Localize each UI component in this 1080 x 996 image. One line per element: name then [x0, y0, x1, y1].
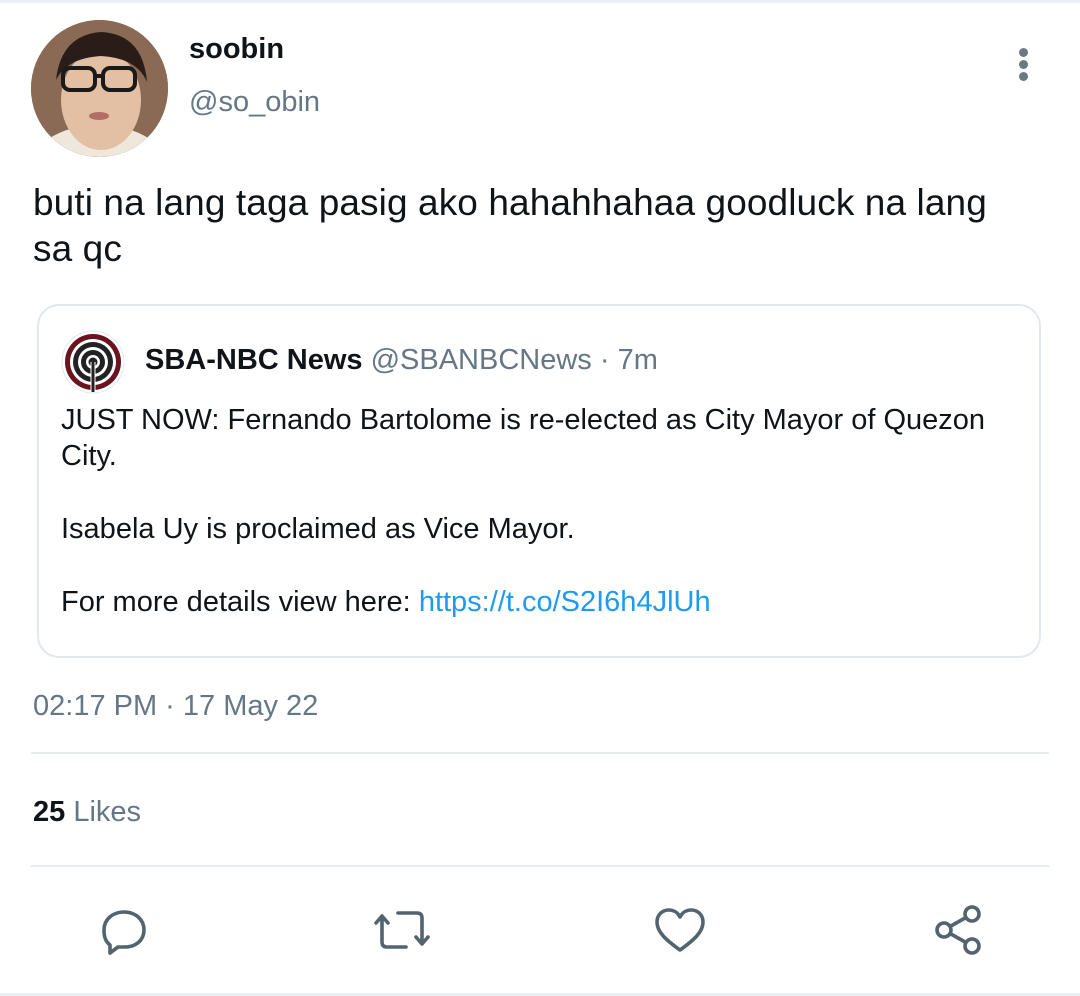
quoted-tweet-card[interactable]: SBA-NBC News @SBANBCNews · 7m JUST NOW: … [37, 304, 1041, 658]
display-name[interactable]: soobin [189, 31, 284, 67]
quote-link[interactable]: https://t.co/S2I6h4JlUh [419, 586, 711, 618]
avatar[interactable] [31, 20, 168, 157]
divider [31, 865, 1049, 867]
share-icon [935, 905, 981, 955]
share-button[interactable] [930, 902, 986, 958]
tweet-text: buti na lang taga pasig ako hahahhahaa g… [33, 182, 987, 269]
like-button[interactable] [652, 902, 708, 958]
quote-link-prefix: For more details view here: [61, 586, 419, 618]
more-vertical-icon [1019, 48, 1028, 57]
tweet-timestamp: 02:17 PM · 17 May 22 [33, 690, 319, 722]
heart-icon [655, 908, 705, 952]
quote-paragraph: JUST NOW: Fernando Bartolome is re-elect… [61, 404, 986, 472]
retweet-icon [374, 911, 430, 949]
reply-icon [102, 910, 146, 955]
quote-header: SBA-NBC News @SBANBCNews · 7m [145, 342, 658, 378]
divider [31, 752, 1049, 754]
quote-paragraph: Isabela Uy is proclaimed as Vice Mayor. [61, 513, 575, 545]
more-options-button[interactable] [1004, 44, 1044, 84]
likes-count: 25 [33, 796, 66, 828]
quote-paragraph: For more details view here: https://t.co… [61, 584, 1011, 620]
quote-body: JUST NOW: Fernando Bartolome is re-elect… [61, 402, 1011, 657]
retweet-button[interactable] [372, 902, 430, 958]
user-handle[interactable]: @so_obin [189, 84, 320, 120]
quote-avatar[interactable] [61, 330, 125, 394]
quote-author-name[interactable]: SBA-NBC News [145, 344, 363, 376]
reply-button[interactable] [96, 902, 152, 958]
top-divider [0, 0, 1080, 3]
likes-stat[interactable]: 25 Likes [33, 794, 141, 830]
likes-label: Likes [73, 796, 142, 828]
quote-author-meta: @SBANBCNews · 7m [370, 344, 658, 376]
